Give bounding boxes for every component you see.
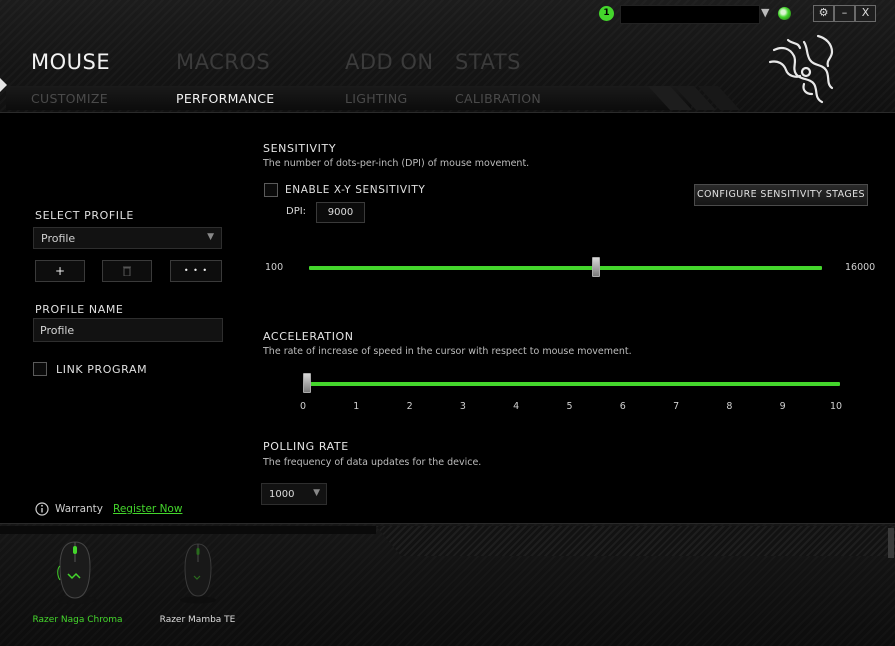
polling-rate-title: POLLING RATE bbox=[263, 440, 349, 453]
acceleration-slider-thumb[interactable] bbox=[303, 373, 311, 393]
acceleration-tick-3: 3 bbox=[459, 401, 466, 412]
subtab-lighting[interactable]: LIGHTING bbox=[345, 91, 408, 106]
synapse-status-icon[interactable] bbox=[778, 7, 791, 20]
warranty-label: Warranty bbox=[55, 503, 104, 515]
chevron-down-icon[interactable]: ▼ bbox=[761, 6, 769, 19]
sensitivity-title: SENSITIVITY bbox=[263, 142, 337, 155]
configure-sensitivity-stages-button[interactable]: CONFIGURE SENSITIVITY STAGES bbox=[694, 184, 868, 206]
dpi-label: DPI: bbox=[286, 206, 307, 217]
info-icon bbox=[35, 502, 49, 516]
acceleration-tick-6: 6 bbox=[619, 401, 626, 412]
acceleration-slider-track[interactable] bbox=[303, 382, 840, 386]
sensitivity-min-label: 100 bbox=[265, 262, 284, 273]
tab-mouse[interactable]: MOUSE bbox=[31, 50, 110, 74]
sensitivity-slider-track[interactable] bbox=[309, 266, 822, 270]
dpi-input[interactable] bbox=[316, 202, 365, 223]
subtab-performance[interactable]: PERFORMANCE bbox=[176, 91, 274, 106]
acceleration-tick-7: 7 bbox=[673, 401, 680, 412]
polling-rate-description: The frequency of data updates for the de… bbox=[263, 457, 482, 468]
sensitivity-description: The number of dots-per-inch (DPI) of mou… bbox=[263, 158, 530, 169]
user-status-badge[interactable]: 1 bbox=[599, 6, 614, 21]
profile-name-label: PROFILE NAME bbox=[35, 303, 124, 316]
sensitivity-max-label: 16000 bbox=[845, 262, 876, 273]
enable-xy-checkbox[interactable] bbox=[264, 183, 278, 197]
acceleration-tick-9: 9 bbox=[779, 401, 786, 412]
acceleration-tick-4: 4 bbox=[513, 401, 520, 412]
acceleration-tick-1: 1 bbox=[353, 401, 360, 412]
acceleration-title: ACCELERATION bbox=[263, 330, 354, 343]
acceleration-description: The rate of increase of speed in the cur… bbox=[263, 346, 632, 357]
profile-select[interactable]: Profile ▼ bbox=[33, 227, 222, 249]
subtab-customize[interactable]: CUSTOMIZE bbox=[31, 91, 108, 106]
trash-icon bbox=[123, 266, 131, 277]
tab-macros[interactable]: MACROS bbox=[176, 50, 270, 74]
profile-select-value: Profile bbox=[41, 232, 76, 245]
razer-logo-icon bbox=[768, 34, 834, 104]
link-program-label: LINK PROGRAM bbox=[56, 363, 148, 376]
footer-scroll-handle[interactable] bbox=[888, 528, 894, 558]
tab-stats[interactable]: STATS bbox=[455, 50, 521, 74]
delete-profile-button[interactable] bbox=[102, 260, 152, 282]
chevron-down-icon: ▼ bbox=[313, 488, 320, 498]
acceleration-tick-0: 0 bbox=[299, 401, 307, 412]
acceleration-tick-8: 8 bbox=[726, 401, 733, 412]
device-name-naga-chroma[interactable]: Razer Naga Chroma bbox=[30, 615, 125, 625]
acceleration-tick-5: 5 bbox=[566, 401, 573, 412]
device-naga-chroma[interactable] bbox=[30, 532, 125, 612]
mouse-device-icon bbox=[53, 541, 97, 604]
user-account-field[interactable] bbox=[620, 5, 760, 24]
tab-add-on[interactable]: ADD ON bbox=[345, 50, 434, 74]
sensitivity-slider-thumb[interactable] bbox=[592, 257, 601, 277]
close-button[interactable]: X bbox=[855, 5, 876, 22]
link-program-checkbox[interactable] bbox=[33, 362, 47, 376]
device-mamba-te[interactable] bbox=[150, 532, 245, 612]
enable-xy-label: ENABLE X-Y SENSITIVITY bbox=[285, 184, 426, 196]
profile-name-input[interactable] bbox=[33, 318, 223, 342]
chevron-down-icon: ▼ bbox=[207, 232, 214, 242]
polling-rate-value: 1000 bbox=[269, 489, 295, 500]
subtab-calibration[interactable]: CALIBRATION bbox=[455, 91, 541, 106]
minimize-button[interactable]: – bbox=[834, 5, 855, 22]
gear-icon: ⚙ bbox=[818, 6, 829, 19]
footer-stripe-decoration bbox=[376, 526, 895, 556]
acceleration-tick-10: 10 bbox=[829, 401, 843, 412]
more-options-button[interactable]: • • • bbox=[170, 260, 222, 282]
acceleration-tick-2: 2 bbox=[406, 401, 413, 412]
mouse-device-icon bbox=[180, 543, 216, 604]
register-now-link[interactable]: Register Now bbox=[113, 503, 182, 515]
header-stripe-decoration bbox=[648, 86, 740, 110]
polling-rate-select[interactable]: 1000 ▼ bbox=[261, 483, 327, 505]
add-profile-button[interactable]: + bbox=[35, 260, 85, 282]
select-profile-label: SELECT PROFILE bbox=[35, 209, 134, 222]
device-name-mamba-te[interactable]: Razer Mamba TE bbox=[150, 615, 245, 625]
settings-button[interactable]: ⚙ bbox=[813, 5, 834, 22]
